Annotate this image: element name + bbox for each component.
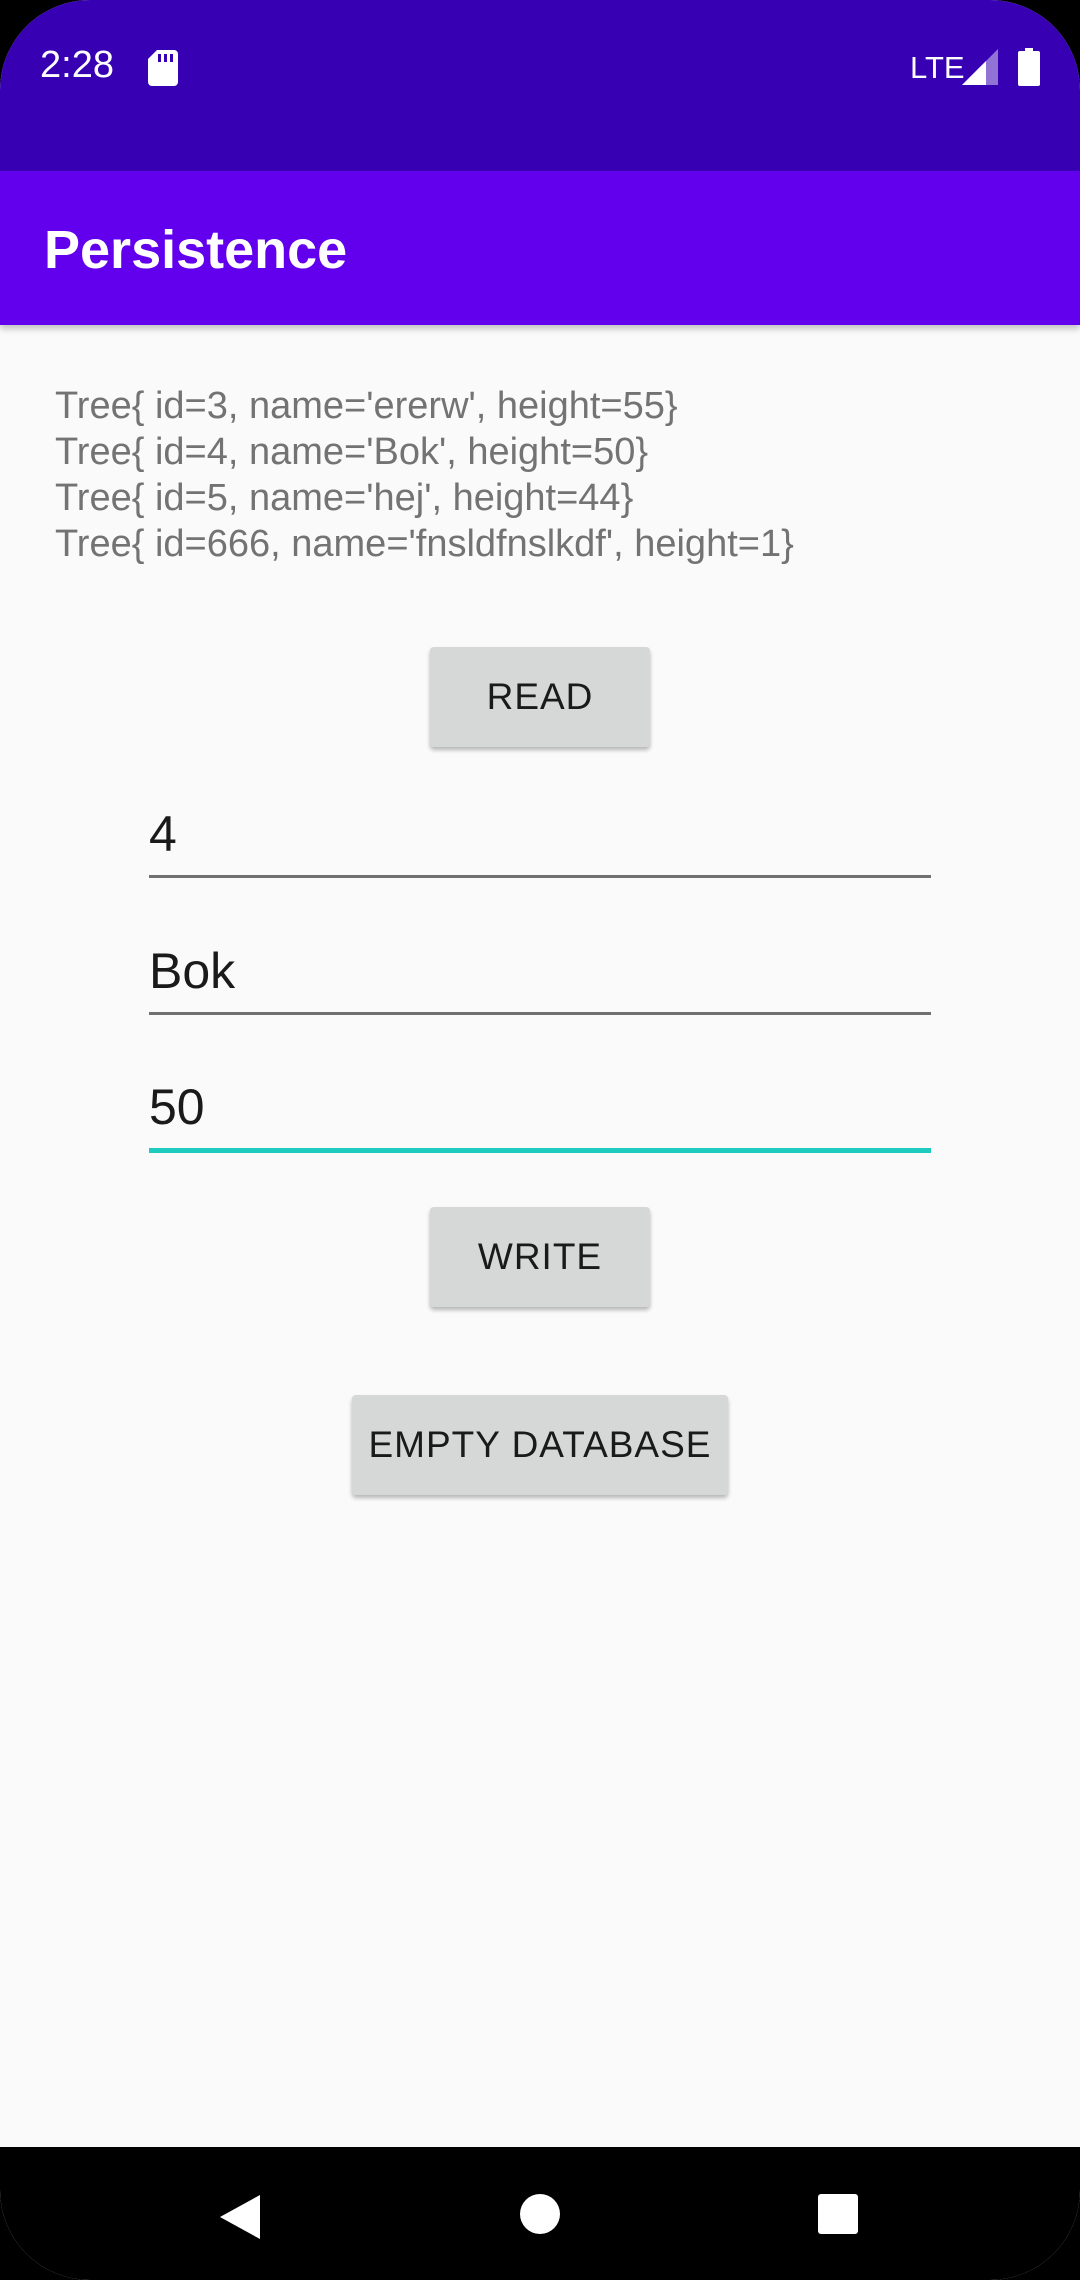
read-button[interactable]: READ: [430, 647, 650, 747]
height-field[interactable]: 50: [149, 1073, 931, 1153]
id-field-value: 4: [149, 806, 177, 862]
name-field-value: Bok: [149, 943, 236, 999]
back-icon[interactable]: [218, 2193, 262, 2246]
battery-icon: [1018, 48, 1040, 91]
status-bar: 2:28 LTE: [0, 0, 1080, 171]
screen: 2:28 LTE Persistence Tree{ id=3, name='e…: [0, 0, 1080, 2280]
app-bar: Persistence: [0, 171, 1080, 325]
status-time: 2:28: [40, 44, 114, 86]
id-field[interactable]: 4: [149, 798, 931, 878]
record-line: Tree{ id=3, name='ererw', height=55}: [55, 385, 678, 427]
empty-database-button[interactable]: EMPTY DATABASE: [352, 1395, 728, 1495]
record-line: Tree{ id=5, name='hej', height=44}: [55, 477, 634, 519]
navigation-bar: [0, 2147, 1080, 2280]
network-type: LTE: [910, 50, 965, 85]
record-line: Tree{ id=666, name='fnsldfnslkdf', heigh…: [55, 523, 794, 565]
app-title: Persistence: [44, 220, 348, 280]
recents-icon[interactable]: [817, 2193, 859, 2240]
record-line: Tree{ id=4, name='Bok', height=50}: [55, 431, 649, 473]
signal-icon: [962, 49, 998, 90]
name-field[interactable]: Bok: [149, 935, 931, 1015]
sd-card-icon: [148, 50, 178, 91]
height-field-value: 50: [149, 1079, 205, 1135]
write-button[interactable]: WRITE: [430, 1207, 650, 1307]
records-list: Tree{ id=3, name='ererw', height=55} Tre…: [55, 383, 1035, 567]
home-icon[interactable]: [519, 2193, 561, 2240]
